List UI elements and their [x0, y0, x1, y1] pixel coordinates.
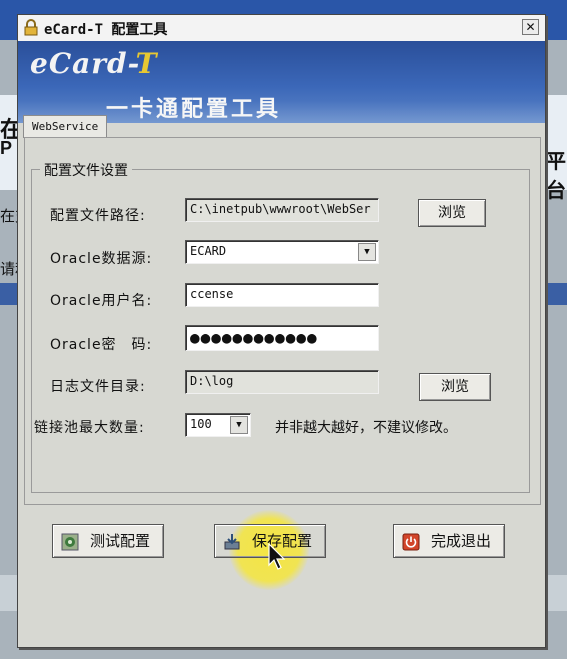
log-dir-field[interactable]: D:\log	[185, 370, 379, 394]
logo-accent: T	[135, 47, 158, 80]
lock-icon	[24, 19, 38, 36]
chevron-down-icon[interactable]: ▼	[230, 416, 248, 434]
config-path-label: 配置文件路径:	[50, 208, 146, 224]
ecard-logo: eCard-T	[30, 47, 157, 80]
pool-max-hint: 并非越大越好，不建议修改。	[275, 420, 457, 436]
mouse-cursor-icon	[268, 543, 286, 570]
pool-max-select[interactable]: 100 ▼	[185, 413, 251, 437]
oracle-source-label: Oracle数据源:	[50, 251, 153, 267]
oracle-user-input[interactable]: ccense	[185, 283, 379, 307]
oracle-password-input[interactable]: ●●●●●●●●●●●●	[185, 325, 379, 351]
chevron-down-icon[interactable]: ▼	[358, 243, 376, 261]
test-config-label: 测试配置	[89, 532, 150, 550]
power-icon	[402, 533, 420, 551]
config-path-field[interactable]: C:\inetpub\wwwroot\WebSer	[185, 198, 379, 222]
title-bar[interactable]: eCard-T 配置工具 ✕	[18, 15, 545, 42]
group-title: 配置文件设置	[40, 160, 132, 180]
pool-max-value: 100	[190, 417, 212, 431]
exit-label: 完成退出	[430, 532, 491, 550]
oracle-source-select[interactable]: ECARD ▼	[185, 240, 379, 264]
browse-log-button[interactable]: 浏览	[419, 373, 491, 401]
logo-main: eCard-	[30, 47, 136, 80]
exit-button[interactable]: 完成退出	[393, 524, 505, 558]
window-title: eCard-T 配置工具	[44, 22, 168, 38]
oracle-user-label: Oracle用户名:	[50, 293, 153, 309]
config-dialog: eCard-T 配置工具 ✕ eCard-T 一卡通配置工具 WebServic…	[17, 14, 546, 648]
background-text: P	[0, 138, 13, 158]
test-config-icon	[61, 533, 79, 551]
background-text: 平台	[546, 151, 566, 202]
tab-webservice[interactable]: WebService	[23, 115, 108, 138]
save-config-icon	[224, 534, 240, 550]
banner-subtitle: 一卡通配置工具	[106, 97, 282, 122]
banner: eCard-T 一卡通配置工具	[18, 41, 545, 123]
test-config-button[interactable]: 测试配置	[52, 524, 164, 558]
browse-config-button[interactable]: 浏览	[418, 199, 486, 227]
pool-max-label: 链接池最大数量:	[34, 420, 145, 436]
oracle-source-value: ECARD	[190, 244, 227, 258]
close-button[interactable]: ✕	[522, 19, 539, 35]
oracle-password-label: Oracle密 码:	[50, 337, 153, 353]
log-dir-label: 日志文件目录:	[50, 379, 146, 395]
